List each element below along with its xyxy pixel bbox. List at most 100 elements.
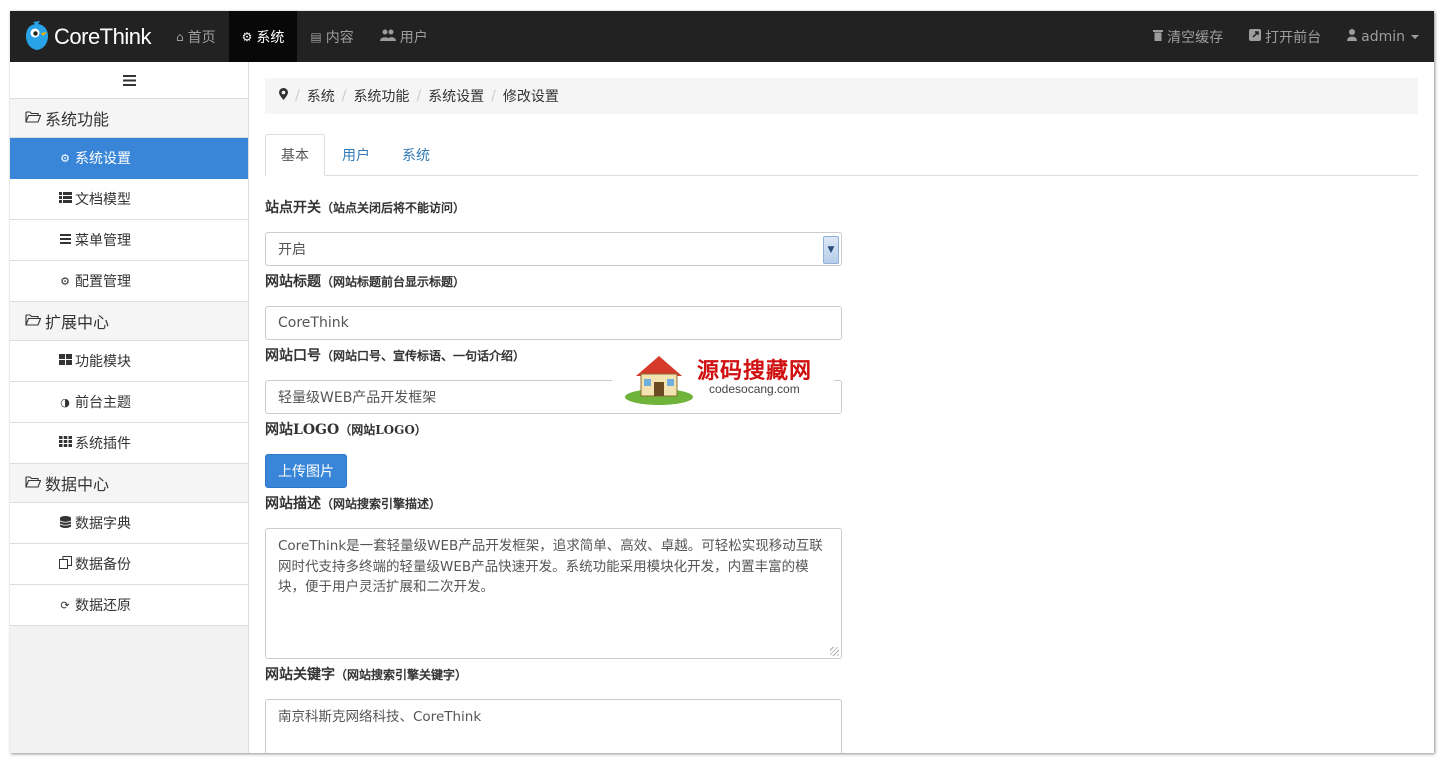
external-link-icon [1249, 29, 1262, 44]
sidebar-item-data-restore[interactable]: ⟳ 数据还原 [10, 585, 248, 626]
nav-label: 首页 [187, 29, 216, 46]
th-icon [58, 436, 72, 450]
input-value: 轻量级WEB产品开发框架 [278, 390, 437, 406]
open-frontend-button[interactable]: 打开前台 [1236, 11, 1334, 62]
sidebar-item-menu-manage[interactable]: 菜单管理 [10, 220, 248, 261]
field-hint: （网站标题前台显示标题） [321, 275, 466, 289]
list-icon: ▤ [310, 29, 322, 44]
field-label-text: 网站关键字 [265, 667, 335, 683]
house-logo-icon [624, 350, 694, 410]
tab-system[interactable]: 系统 [387, 134, 445, 175]
sidebar-item-label: 数据还原 [75, 598, 131, 614]
sidebar-item-data-dict[interactable]: 数据字典 [10, 503, 248, 544]
field-hint: （网站搜索引擎关键字） [335, 668, 468, 682]
field-label-text: 网站LOGO [265, 422, 340, 438]
sidebar-group-label: 扩展中心 [45, 313, 110, 332]
refresh-icon: ⟳ [60, 598, 70, 612]
site-slogan-label: 网站口号（网站口号、宣传标语、一句话介绍） [265, 345, 525, 365]
sidebar-item-label: 文档模型 [75, 192, 131, 208]
th-large-icon [58, 354, 72, 368]
user-menu-dropdown[interactable]: admin [1334, 11, 1434, 62]
input-value: CoreThink [278, 315, 349, 331]
sidebar-item-plugins[interactable]: 系统插件 [10, 423, 248, 464]
chevron-down-icon[interactable]: ▼ [823, 236, 839, 264]
resize-handle-icon[interactable] [830, 647, 839, 656]
tab-user[interactable]: 用户 [327, 134, 385, 175]
sidebar-item-data-backup[interactable]: 数据备份 [10, 544, 248, 585]
sidebar-group-label: 系统功能 [45, 110, 110, 129]
textarea-value: CoreThink是一套轻量级WEB产品开发框架，追求简单、高效、卓越。可轻松实… [278, 538, 823, 595]
site-desc-textarea[interactable]: CoreThink是一套轻量级WEB产品开发框架，追求简单、高效、卓越。可轻松实… [265, 528, 842, 659]
watermark-title: 源码搜藏网 [697, 358, 813, 384]
caret-down-icon [1411, 34, 1419, 39]
sidebar-item-label: 前台主题 [75, 395, 131, 411]
nav-item-home[interactable]: ⌂ 首页 [163, 11, 229, 62]
watermark-url: codesocang.com [709, 382, 800, 396]
field-label-text: 网站标题 [265, 274, 321, 290]
bars-icon [58, 233, 72, 247]
breadcrumb-separator: / [341, 88, 347, 104]
top-navbar: CoreThink ⌂ 首页 ⚙ 系统 ▤ 内容 用户 清空缓存 打开前台 ad… [10, 11, 1434, 62]
site-switch-label: 站点开关（站点关闭后将不能访问） [265, 197, 465, 217]
breadcrumb-item[interactable]: 系统功能 [353, 86, 409, 106]
sidebar-item-config-manage[interactable]: ⚙ 配置管理 [10, 261, 248, 302]
field-hint: （站点关闭后将不能访问） [321, 201, 466, 215]
site-desc-label: 网站描述（网站搜索引擎描述） [265, 493, 441, 513]
breadcrumb-separator: / [491, 88, 496, 104]
nav-label: admin [1361, 28, 1405, 45]
field-hint: （网站搜索引擎描述） [321, 497, 442, 511]
sidebar-item-label: 数据字典 [75, 516, 131, 532]
gears-icon: ⚙ [60, 151, 70, 165]
copy-icon [58, 556, 72, 572]
sidebar-item-label: 功能模块 [75, 354, 131, 370]
nav-label: 清空缓存 [1167, 29, 1224, 46]
breadcrumb-separator: / [295, 88, 300, 104]
sidebar-item-system-settings[interactable]: ⚙ 系统设置 [10, 138, 248, 179]
breadcrumb-item[interactable]: 系统设置 [428, 86, 484, 106]
nav-item-content[interactable]: ▤ 内容 [297, 11, 366, 62]
home-icon: ⌂ [176, 29, 184, 44]
users-icon [379, 29, 396, 44]
select-value: 开启 [278, 242, 306, 258]
settings-tabs: 基本 用户 系统 [265, 134, 1418, 176]
sidebar-item-label: 配置管理 [75, 274, 131, 290]
nav-main: ⌂ 首页 ⚙ 系统 ▤ 内容 用户 [163, 11, 441, 62]
site-title-input[interactable]: CoreThink [265, 306, 842, 340]
nav-label: 系统 [256, 29, 285, 46]
folder-open-icon [25, 475, 42, 492]
clear-cache-button[interactable]: 清空缓存 [1140, 11, 1236, 62]
field-label-text: 网站描述 [265, 496, 321, 512]
breadcrumb-item[interactable]: 系统 [307, 86, 335, 106]
sidebar-group-extension[interactable]: 扩展中心 [10, 302, 248, 341]
folder-open-icon [25, 313, 42, 330]
sidebar-item-label: 系统设置 [75, 151, 131, 167]
upload-image-button[interactable]: 上传图片 [265, 454, 347, 488]
sidebar-item-label: 菜单管理 [75, 233, 131, 249]
breadcrumb-separator: / [416, 88, 422, 104]
textarea-value: 南京科斯克网络科技、CoreThink [278, 709, 482, 725]
sidebar-item-label: 系统插件 [75, 436, 131, 452]
menu-icon [122, 71, 136, 90]
nav-item-system[interactable]: ⚙ 系统 [228, 11, 298, 62]
sidebar-group-data[interactable]: 数据中心 [10, 464, 248, 503]
sidebar-toggle-button[interactable] [10, 62, 248, 99]
field-label-text: 网站口号 [265, 348, 321, 364]
nav-label: 内容 [325, 29, 354, 46]
sidebar-item-themes[interactable]: ◑ 前台主题 [10, 382, 248, 423]
breadcrumb-item-current: 修改设置 [502, 89, 559, 105]
sidebar-group-system[interactable]: 系统功能 [10, 99, 248, 138]
site-logo-label: 网站LOGO（网站LOGO） [265, 419, 427, 439]
site-keywords-textarea[interactable]: 南京科斯克网络科技、CoreThink [265, 699, 842, 753]
brand-logo[interactable]: CoreThink [24, 19, 151, 55]
site-switch-select[interactable]: 开启 ▼ [265, 232, 842, 266]
database-icon [58, 515, 72, 531]
breadcrumb: / 系统 / 系统功能 / 系统设置 / 修改设置 [265, 78, 1418, 114]
sidebar-group-label: 数据中心 [45, 475, 110, 494]
tab-basic[interactable]: 基本 [265, 134, 325, 176]
sidebar-item-doc-model[interactable]: 文档模型 [10, 179, 248, 220]
nav-item-users[interactable]: 用户 [367, 11, 441, 62]
sidebar-item-modules[interactable]: 功能模块 [10, 341, 248, 382]
nav-label: 打开前台 [1265, 29, 1322, 46]
field-hint: （网站口号、宣传标语、一句话介绍） [321, 349, 526, 363]
folder-open-icon [25, 110, 42, 127]
